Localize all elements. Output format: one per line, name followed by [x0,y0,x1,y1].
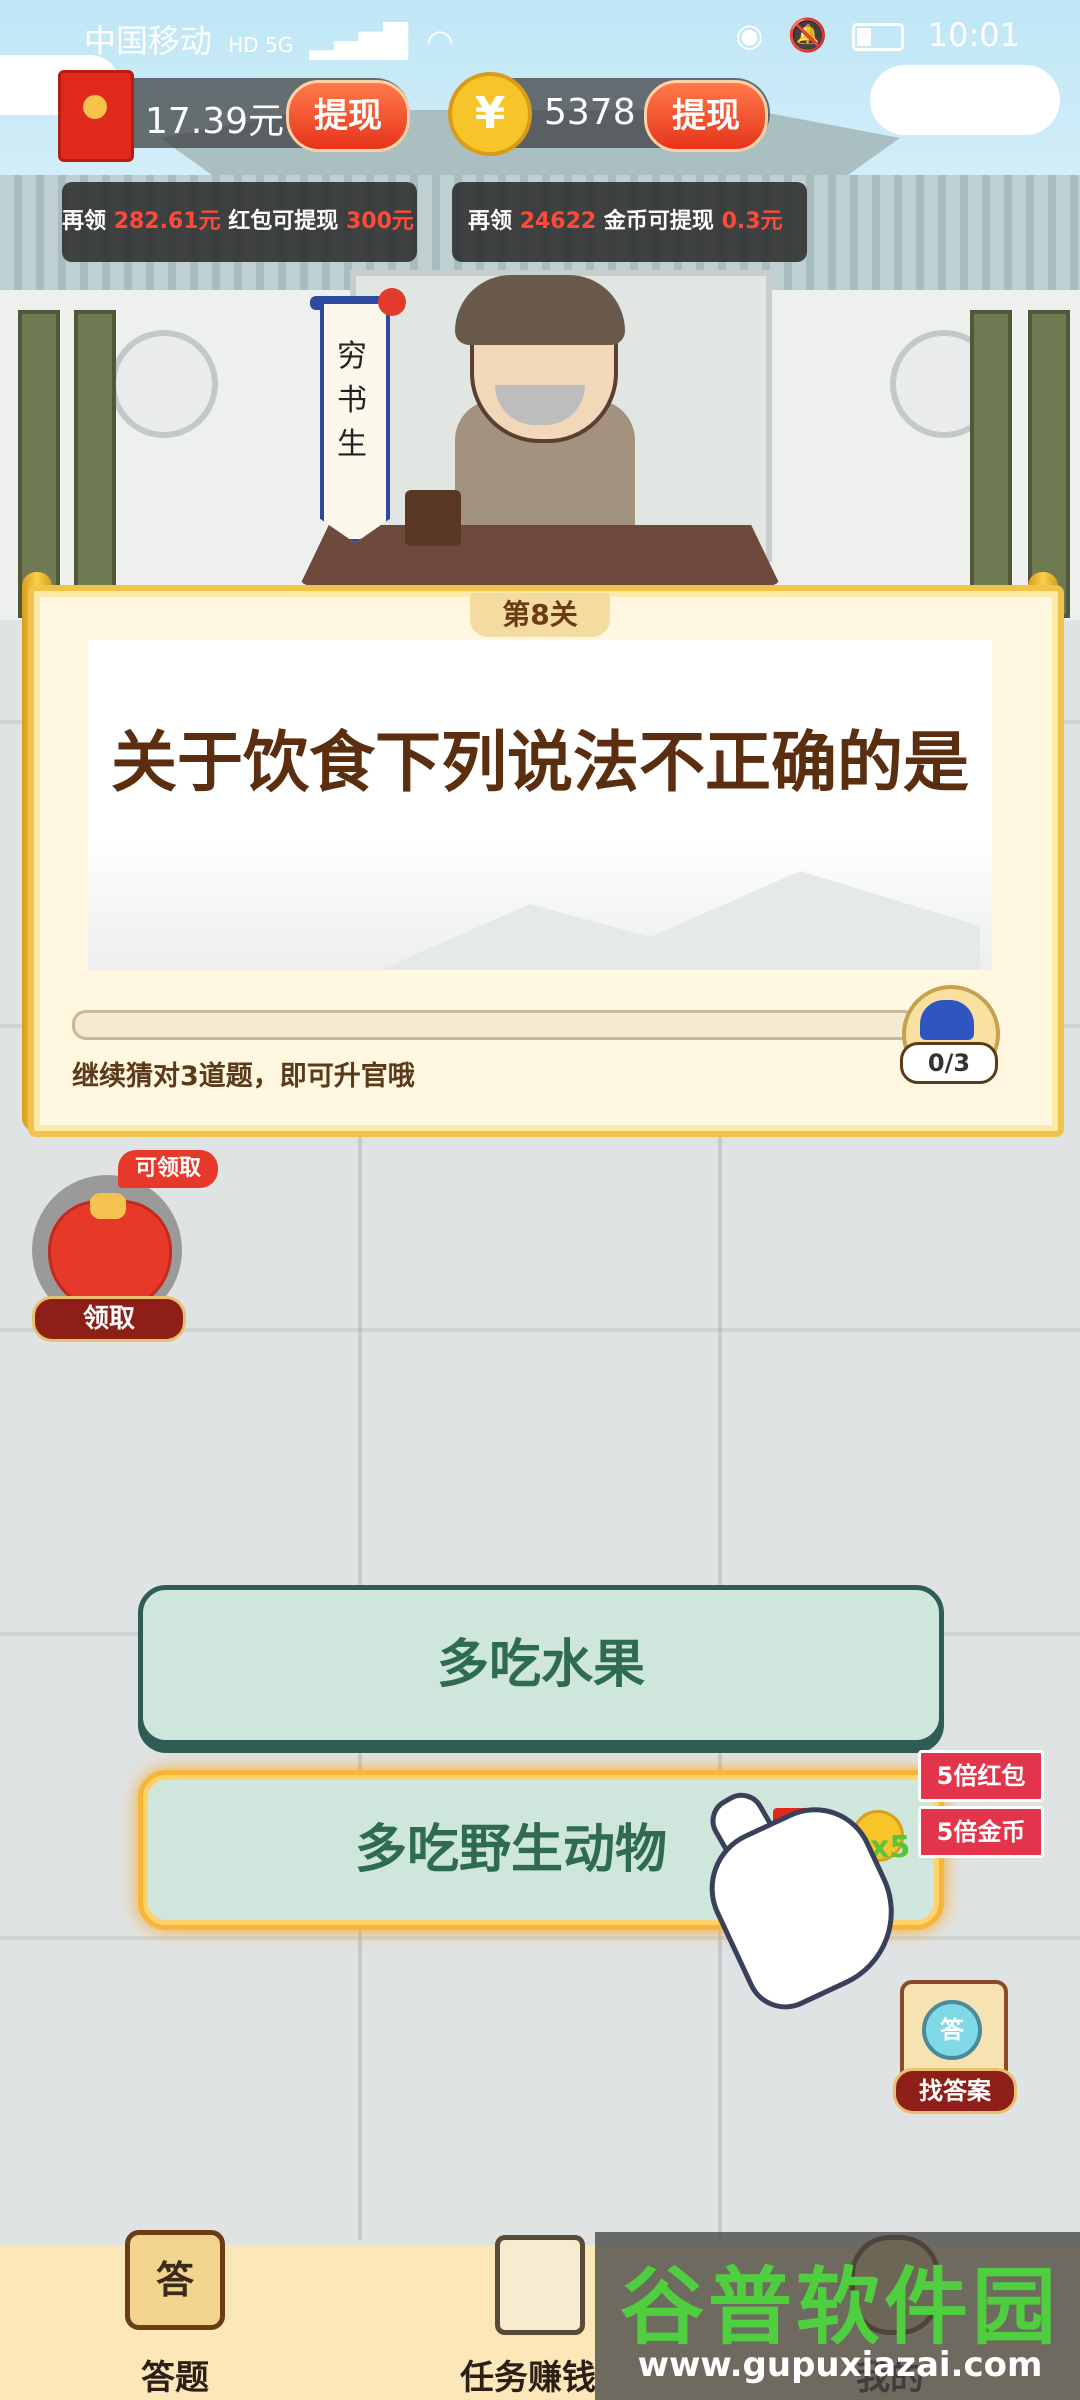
mute-icon: 🔕 [787,16,828,54]
coin-tip: 再领 24622 金币可提现 0.3元 [452,182,807,262]
brush-pot-icon [405,490,461,546]
task-quill-icon[interactable] [495,2235,585,2335]
level-label: 第8关 [470,593,610,637]
post-left-2 [74,310,116,618]
nav-quiz[interactable]: 答 [125,2230,225,2330]
answer-option-1[interactable]: 多吃水果 [138,1585,944,1745]
cash-tip-amount: 282.61元 [113,209,221,234]
find-answer-button[interactable]: 找答案 [893,2068,1017,2114]
progress-count: 0/3 [900,1042,998,1084]
coin-tip-middle: 金币可提现 [603,209,714,234]
gold-coin-icon: ¥ [448,72,532,156]
quiz-scroll-icon: 答 [125,2230,225,2330]
battery-icon [851,23,904,51]
cash-tip: 再领 282.61元 红包可提现 300元 [62,182,417,262]
cash-withdraw-button[interactable]: 提现 [286,80,410,152]
nav-quiz-label[interactable]: 答题 [100,2350,250,2399]
signal-icon: ▂▄▆█ [309,22,408,60]
rank-title: 穷书生 [337,339,367,462]
progress-hint: 继续猜对3道题，即可升官哦 [72,1061,415,1092]
writing-desk [300,525,780,585]
banner-knob [378,288,406,316]
network-indicator: HD 5G [228,33,294,57]
status-right: ◉ 🔕 10:01 [736,16,1021,54]
coin-amount: 5378 [544,92,636,133]
bonus-redpack-tag: 5倍红包 [918,1750,1044,1802]
question-text: 关于饮食下列说法不正确的是 [111,724,969,801]
quiz-icon-glyph: 答 [155,2258,194,2302]
claimable-tag: 可领取 [118,1150,218,1188]
coin-tip-target: 0.3元 [721,209,783,234]
official-hat-icon [920,1000,974,1040]
cloud-right [870,65,1060,135]
watermark-title: 谷普软件园 [619,2258,1060,2356]
wifi-icon: ◠ [426,22,454,60]
cash-tip-target: 300元 [345,209,414,234]
claim-button[interactable]: 领取 [32,1296,186,1342]
carrier-name: 中国移动 [84,22,213,60]
post-right-1 [970,310,1012,618]
coin-withdraw-button[interactable]: 提现 [644,80,768,152]
coin-tip-amount: 24622 [519,209,597,234]
cash-amount: 17.39元 [145,101,285,142]
magnifier-icon: 答 [922,2000,982,2060]
bonus-coin-tag: 5倍金币 [918,1806,1044,1858]
status-left: 中国移动 HD 5G ▂▄▆█ ◠ [84,16,454,62]
coin-tip-prefix: 再领 [468,209,513,234]
watermark-url: www.gupuxiazai.com [637,2345,1043,2385]
bag-tie [90,1193,126,1219]
cash-tip-prefix: 再领 [62,209,107,234]
red-envelope-icon [58,70,134,162]
status-bar: 中国移动 HD 5G ▂▄▆█ ◠ ◉ 🔕 10:01 [0,0,1080,70]
promotion-progress-track [72,1010,918,1040]
scholar-hair [455,275,625,345]
post-right-2 [1028,310,1070,618]
clock: 10:01 [927,16,1020,54]
cash-tip-middle: 红包可提现 [228,209,339,234]
wall-medallion-left [110,330,218,438]
eye-icon: ◉ [735,16,764,54]
